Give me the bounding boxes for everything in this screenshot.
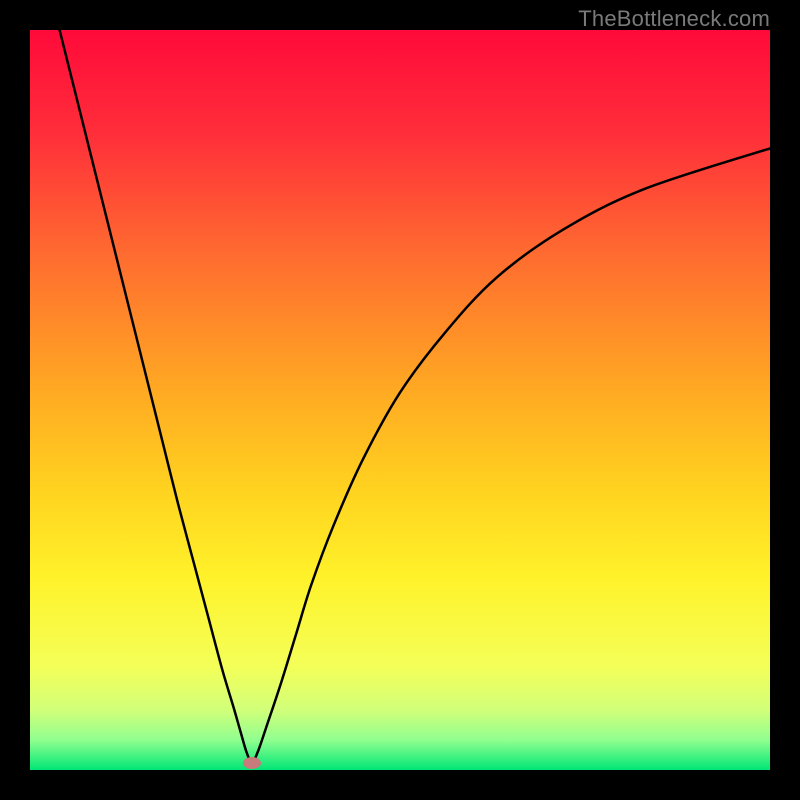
watermark-label: TheBottleneck.com bbox=[578, 6, 770, 32]
minimum-marker bbox=[243, 757, 261, 769]
background-gradient bbox=[30, 30, 770, 770]
chart-frame: TheBottleneck.com bbox=[0, 0, 800, 800]
plot-area bbox=[30, 30, 770, 770]
